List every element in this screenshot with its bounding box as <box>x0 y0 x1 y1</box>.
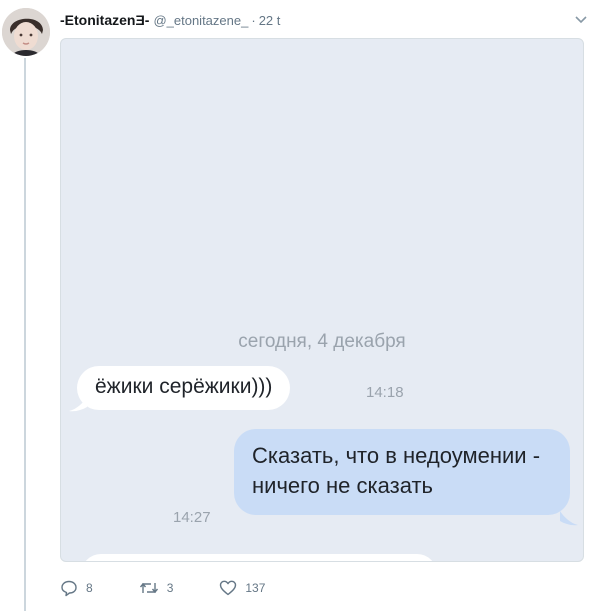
like-button[interactable]: 137 <box>219 579 265 597</box>
thread-line <box>24 58 26 611</box>
tweet: -EtonitazenƎ- @_etonitazene_ · 22 t сего… <box>0 0 600 611</box>
retweet-count: 3 <box>166 581 174 595</box>
outgoing-message-time: 14:27 <box>173 509 211 526</box>
like-count: 137 <box>245 581 266 595</box>
outgoing-bubble-tail <box>560 511 578 526</box>
separator-dot: · <box>251 12 256 28</box>
incoming-message-time: 14:18 <box>366 384 404 401</box>
tweet-actions: 8 3 137 <box>60 576 311 600</box>
outgoing-message-text: Сказать, что в недоумении - ничего не ск… <box>252 443 541 498</box>
reply-button[interactable]: 8 <box>60 579 93 597</box>
display-name[interactable]: -EtonitazenƎ- <box>60 12 149 28</box>
avatar[interactable] <box>2 8 50 56</box>
tweet-image[interactable]: сегодня, 4 декабря ёжики серёжики))) 14:… <box>60 38 584 562</box>
reply-count: 8 <box>86 581 93 595</box>
reply-icon <box>61 580 77 597</box>
tweet-header: -EtonitazenƎ- @_etonitazene_ · 22 t <box>60 10 590 30</box>
chevron-down-icon[interactable] <box>572 10 590 28</box>
outgoing-message-bubble: Сказать, что в недоумении - ничего не ск… <box>234 429 570 515</box>
like-icon <box>220 580 237 596</box>
incoming-message-bubble: ёжики серёжики))) <box>77 366 291 410</box>
retweet-button[interactable]: 3 <box>139 579 174 597</box>
tweet-time[interactable]: 22 t <box>259 13 281 28</box>
chat-date-separator: сегодня, 4 декабря <box>238 331 406 352</box>
retweet-icon <box>139 582 158 594</box>
partial-message-bubble <box>81 554 437 561</box>
incoming-message-text: ёжики серёжики))) <box>95 375 273 398</box>
user-handle[interactable]: @_etonitazene_ <box>153 13 248 28</box>
